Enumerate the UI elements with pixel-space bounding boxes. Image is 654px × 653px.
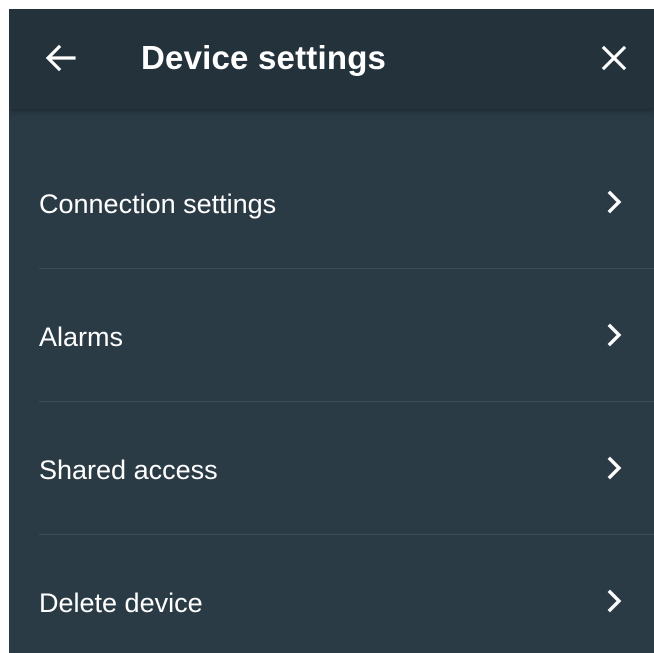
menu-item-shared-access[interactable]: Shared access <box>9 405 654 535</box>
close-icon <box>601 45 627 71</box>
menu-item-delete-device[interactable]: Delete device <box>9 538 654 653</box>
chevron-right-icon <box>607 190 622 214</box>
chevron-right-icon <box>607 323 622 347</box>
chevron-right-icon <box>607 589 622 613</box>
back-button[interactable] <box>41 39 79 77</box>
menu-divider <box>39 534 654 535</box>
menu-item-label: Delete device <box>39 588 203 618</box>
app-bar: Device settings <box>9 9 654 109</box>
chevron-right-icon <box>607 456 622 480</box>
menu-item-label: Connection settings <box>39 189 277 219</box>
close-button[interactable] <box>595 39 633 77</box>
menu-item-connection-settings[interactable]: Connection settings <box>9 139 654 269</box>
menu-item-label: Alarms <box>39 322 124 352</box>
page-title: Device settings <box>141 39 387 76</box>
menu-item-alarms[interactable]: Alarms <box>9 272 654 402</box>
menu-divider <box>39 401 654 402</box>
menu-divider <box>39 268 654 269</box>
arrow-left-icon <box>45 44 76 72</box>
device-settings-screen: Device settings Connection settings Alar… <box>9 9 654 653</box>
menu-item-label: Shared access <box>39 455 218 485</box>
